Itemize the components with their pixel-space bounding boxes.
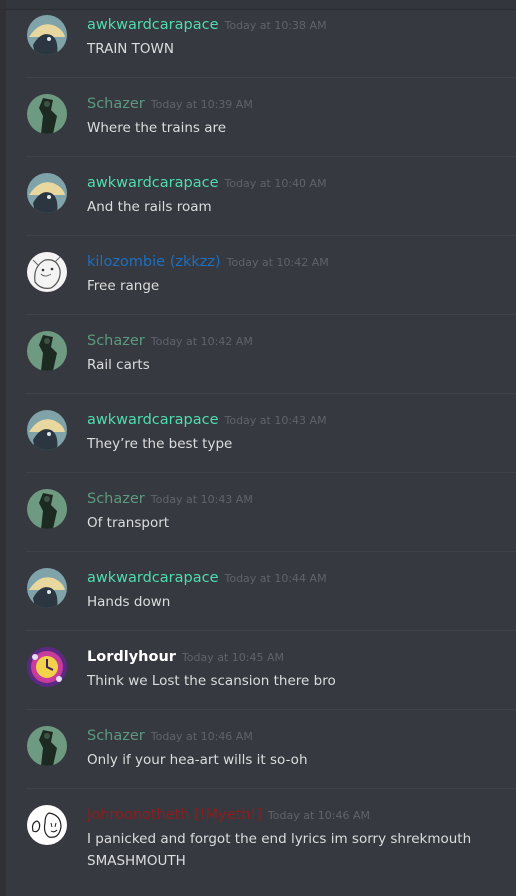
- avatar-schazer[interactable]: [27, 94, 67, 134]
- message-divider: [26, 156, 516, 157]
- message-divider: [26, 788, 516, 789]
- message-group: awkwardcarapace Today at 10:44 AM Hands d…: [6, 553, 516, 631]
- avatar-johroonotheth[interactable]: [27, 805, 67, 845]
- message-divider: [26, 314, 516, 315]
- message-text: They’re the best type: [87, 436, 233, 452]
- chat-message-list[interactable]: awkwardcarapace Today at 10:38 AM TRAIN T…: [0, 0, 516, 896]
- message-divider: [26, 630, 516, 631]
- message-text: Free range: [87, 278, 160, 294]
- message-divider: [26, 709, 516, 710]
- message-divider: [26, 551, 516, 552]
- timestamp: Today at 10:46 AM: [267, 809, 370, 822]
- timestamp: Today at 10:40 AM: [224, 177, 327, 190]
- author-label[interactable]: awkwardcarapace: [87, 570, 218, 586]
- author-label[interactable]: awkwardcarapace: [87, 17, 218, 33]
- message-group: awkwardcarapace Today at 10:43 AM They’re…: [6, 395, 516, 473]
- timestamp: Today at 10:45 AM: [181, 651, 284, 664]
- avatar-awkwardcarapace[interactable]: [27, 568, 67, 608]
- author-label[interactable]: awkwardcarapace: [87, 412, 218, 428]
- author-label[interactable]: Schazer: [87, 333, 145, 349]
- author-name[interactable]: awkwardcarapace Today at 10:44 AM: [87, 570, 327, 586]
- message-divider: [26, 393, 516, 394]
- author-name[interactable]: Johroonotheth [!Myeth!] Today at 10:46 AM: [87, 807, 370, 823]
- author-label[interactable]: Lordlyhour: [87, 649, 176, 665]
- message-text: And the rails roam: [87, 199, 212, 215]
- message-group: Schazer Today at 10:39 AM Where the train…: [6, 79, 516, 157]
- author-label[interactable]: Schazer: [87, 491, 145, 507]
- message-text: Of transport: [87, 515, 170, 531]
- author-name[interactable]: Schazer Today at 10:46 AM: [87, 728, 253, 744]
- author-name[interactable]: Schazer Today at 10:43 AM: [87, 491, 253, 507]
- author-name[interactable]: awkwardcarapace Today at 10:43 AM: [87, 412, 327, 428]
- message-divider: [26, 472, 516, 473]
- author-label[interactable]: Schazer: [87, 96, 145, 112]
- message-text: Where the trains are: [87, 120, 227, 136]
- message-text: Rail carts: [87, 357, 150, 373]
- author-name[interactable]: kilozombie (zkkzz) Today at 10:42 AM: [87, 254, 329, 270]
- message-group: Johroonotheth [!Myeth!] Today at 10:46 AM…: [6, 790, 516, 896]
- message-text: SMASHMOUTH: [87, 853, 186, 869]
- avatar-awkwardcarapace[interactable]: [27, 173, 67, 213]
- timestamp: Today at 10:46 AM: [150, 730, 253, 743]
- author-name[interactable]: awkwardcarapace Today at 10:38 AM: [87, 17, 327, 33]
- message-group: Lordlyhour Today at 10:45 AM Think we Los…: [6, 632, 516, 710]
- timestamp: Today at 10:43 AM: [224, 414, 327, 427]
- message-group: kilozombie (zkkzz) Today at 10:42 AM Free…: [6, 237, 516, 315]
- author-name[interactable]: awkwardcarapace Today at 10:40 AM: [87, 175, 327, 191]
- avatar-schazer[interactable]: [27, 331, 67, 371]
- timestamp: Today at 10:39 AM: [150, 98, 253, 111]
- message-divider: [26, 77, 516, 78]
- author-name[interactable]: Schazer Today at 10:42 AM: [87, 333, 253, 349]
- author-name[interactable]: Lordlyhour Today at 10:45 AM: [87, 649, 284, 665]
- author-label[interactable]: Schazer: [87, 728, 145, 744]
- timestamp: Today at 10:44 AM: [224, 572, 327, 585]
- message-text: Only if your hea-art wills it so-oh: [87, 752, 308, 768]
- message-group: Schazer Today at 10:42 AM Rail carts: [6, 316, 516, 394]
- message-text: TRAIN TOWN: [87, 41, 175, 57]
- avatar-lordlyhour[interactable]: [27, 647, 67, 687]
- author-name[interactable]: Schazer Today at 10:39 AM: [87, 96, 253, 112]
- message-divider: [26, 235, 516, 236]
- message-text: Think we Lost the scansion there bro: [87, 673, 336, 689]
- timestamp: Today at 10:42 AM: [226, 256, 329, 269]
- avatar-schazer[interactable]: [27, 489, 67, 529]
- timestamp: Today at 10:42 AM: [150, 335, 253, 348]
- author-label[interactable]: kilozombie (zkkzz): [87, 254, 221, 270]
- message-group: awkwardcarapace Today at 10:40 AM And the…: [6, 158, 516, 236]
- avatar-awkwardcarapace[interactable]: [27, 15, 67, 55]
- timestamp: Today at 10:38 AM: [224, 19, 327, 32]
- message-text: Hands down: [87, 594, 171, 610]
- avatar-schazer[interactable]: [27, 726, 67, 766]
- message-group: Schazer Today at 10:46 AM Only if your he…: [6, 711, 516, 789]
- avatar-awkwardcarapace[interactable]: [27, 410, 67, 450]
- author-label[interactable]: awkwardcarapace: [87, 175, 218, 191]
- timestamp: Today at 10:43 AM: [150, 493, 253, 506]
- message-group: awkwardcarapace Today at 10:38 AM TRAIN T…: [6, 0, 516, 78]
- message-group: Schazer Today at 10:43 AM Of transport: [6, 474, 516, 552]
- author-label[interactable]: Johroonotheth [!Myeth!]: [87, 807, 262, 823]
- avatar-kilozombie[interactable]: [27, 252, 67, 292]
- message-text: I panicked and forgot the end lyrics im …: [87, 831, 472, 847]
